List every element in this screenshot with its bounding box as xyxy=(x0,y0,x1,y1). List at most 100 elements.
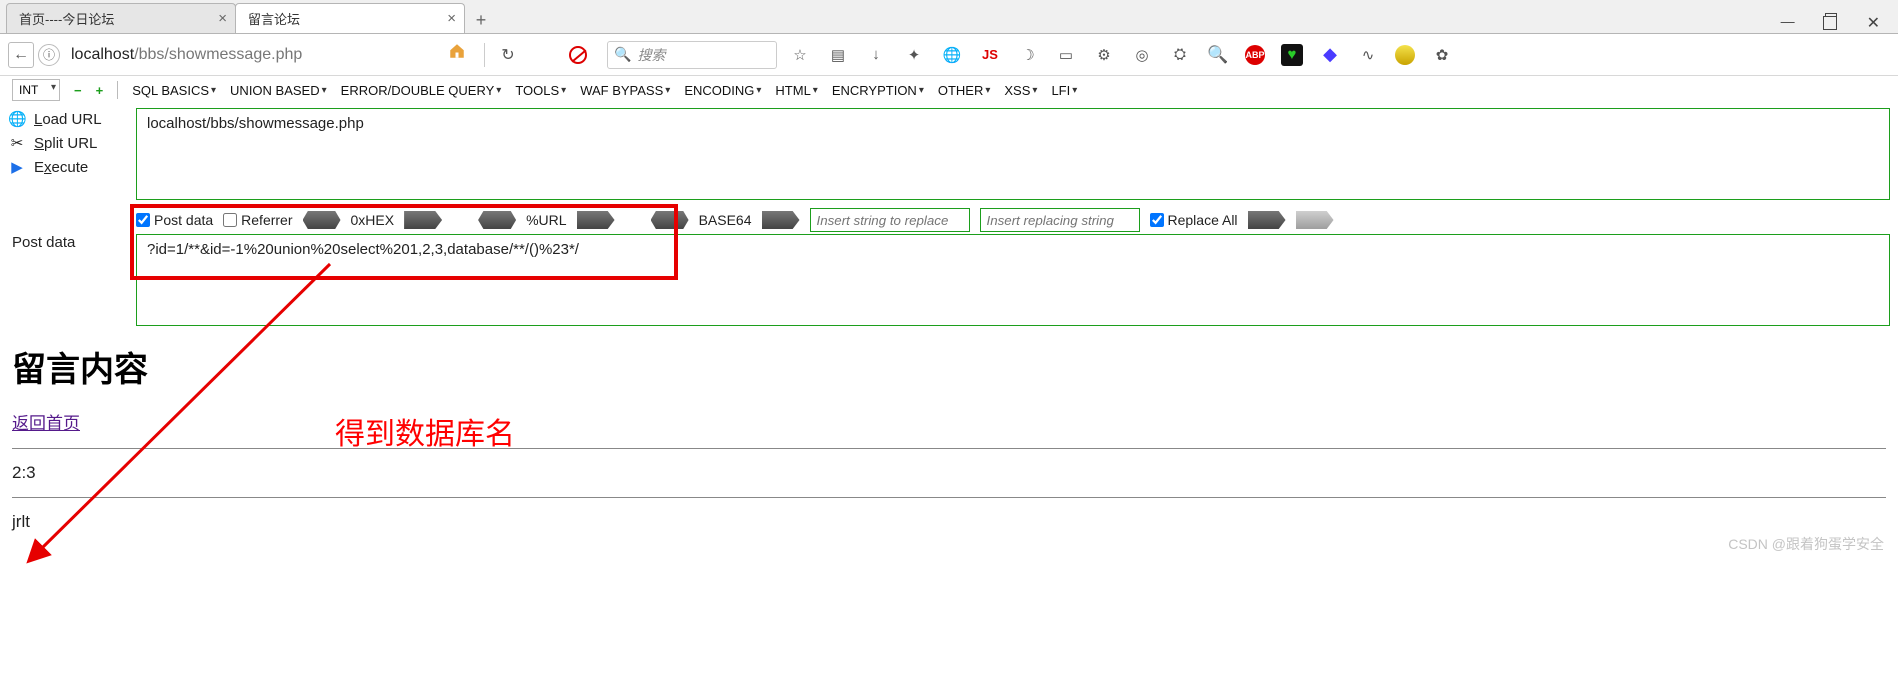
extension-icon-1[interactable]: ✦ xyxy=(903,44,925,66)
search-box[interactable]: 🔍 搜索 xyxy=(607,41,777,69)
tab-active[interactable]: 留言论坛 × xyxy=(235,3,465,33)
arrow-icon[interactable] xyxy=(577,211,615,229)
split-url-button[interactable]: ✂ Split URL xyxy=(8,134,128,152)
globe-icon[interactable]: 🌐 xyxy=(941,44,963,66)
settings-icon[interactable]: ⛭ xyxy=(1169,44,1191,66)
site-info-icon[interactable]: ⓘ xyxy=(38,44,60,66)
hackbar-region: 🌐 Load URL ✂ Split URL ▶ Execute localho… xyxy=(0,104,1898,326)
urlenc-label: %URL xyxy=(526,212,566,228)
page-heading: 留言内容 xyxy=(12,342,1886,391)
postdata-checkbox[interactable]: Post data xyxy=(136,212,213,228)
datatype-select-wrap: INT xyxy=(12,79,60,101)
watermark: CSDN @跟着狗蛋学安全 xyxy=(1728,534,1884,554)
menu-lfi[interactable]: LFI▾ xyxy=(1051,83,1077,98)
postdata-row: Post data ?id=1/**&id=-1%20union%20selec… xyxy=(0,234,1898,326)
window-controls: — ✕ xyxy=(1781,13,1898,33)
url-host: localhost xyxy=(71,46,134,64)
annotation-text: 得到数据库名 xyxy=(335,409,515,453)
reading-list-icon[interactable]: ▤ xyxy=(827,44,849,66)
extension-toolbar: ☆ ▤ ↓ ✦ 🌐 JS ☽ ▭ ⚙ ◎ ⛭ 🔍 ABP ♥ ◆ ∿ ✿ xyxy=(789,44,1890,66)
menu-tools[interactable]: TOOLS▾ xyxy=(515,83,566,98)
arrow-icon[interactable] xyxy=(303,211,341,229)
load-url-button[interactable]: 🌐 Load URL xyxy=(8,110,128,128)
diamond-icon[interactable]: ◆ xyxy=(1319,44,1341,66)
menu-other[interactable]: OTHER▾ xyxy=(938,83,991,98)
browser-navbar: ← ⓘ localhost/bbs/showmessage.php ↻ 🔍 搜索… xyxy=(0,34,1898,76)
arrow-icon[interactable] xyxy=(1296,211,1334,229)
js-icon[interactable]: JS xyxy=(979,44,1001,66)
tab-title: 首页----今日论坛 xyxy=(19,9,114,28)
split-icon: ✂ xyxy=(8,134,26,152)
result-row-1: 2:3 xyxy=(12,463,1886,483)
hackbar-url-input[interactable]: localhost/bbs/showmessage.php xyxy=(136,108,1890,200)
extension-icon-4[interactable]: ⚙ xyxy=(1093,44,1115,66)
extension-icon-5[interactable]: ◎ xyxy=(1131,44,1153,66)
arrow-icon[interactable] xyxy=(1248,211,1286,229)
tab-inactive[interactable]: 首页----今日论坛 × xyxy=(6,3,236,33)
arrow-icon[interactable] xyxy=(651,211,689,229)
menu-encryption[interactable]: ENCRYPTION▾ xyxy=(832,83,924,98)
replace-input[interactable] xyxy=(980,208,1140,232)
cog-icon[interactable]: ✿ xyxy=(1431,44,1453,66)
arrow-icon[interactable] xyxy=(762,211,800,229)
minimize-button[interactable]: — xyxy=(1781,13,1795,33)
menu-union-based[interactable]: UNION BASED▾ xyxy=(230,83,327,98)
wave-icon[interactable]: ∿ xyxy=(1357,44,1379,66)
hackbar-right: localhost/bbs/showmessage.php xyxy=(136,108,1890,200)
close-window-button[interactable]: ✕ xyxy=(1867,13,1880,33)
menu-sql-basics[interactable]: SQL BASICS▾ xyxy=(132,83,216,98)
hackbar-menubar: INT − + SQL BASICS▾ UNION BASED▾ ERROR/D… xyxy=(0,76,1898,104)
divider xyxy=(117,81,118,99)
tab-title: 留言论坛 xyxy=(248,9,300,28)
close-icon[interactable]: × xyxy=(447,10,456,27)
hackbar-options-row: Post data Referrer 0xHEX %URL BASE64 Rep… xyxy=(0,206,1898,234)
add-icon[interactable]: + xyxy=(96,83,104,98)
search-icon: 🔍 xyxy=(614,46,631,63)
arrow-icon[interactable] xyxy=(478,211,516,229)
menu-error-double[interactable]: ERROR/DOUBLE QUERY▾ xyxy=(341,83,502,98)
arrow-icon[interactable] xyxy=(404,211,442,229)
base64-label: BASE64 xyxy=(699,212,752,228)
hackbar-actions: 🌐 Load URL ✂ Split URL ▶ Execute xyxy=(8,108,128,200)
browser-tabbar: 首页----今日论坛 × 留言论坛 × + — ✕ xyxy=(0,0,1898,34)
remove-icon[interactable]: − xyxy=(74,83,82,98)
referrer-checkbox[interactable]: Referrer xyxy=(223,212,292,228)
back-button[interactable]: ← xyxy=(8,42,34,68)
search-placeholder: 搜索 xyxy=(637,45,665,65)
bookmark-star-icon[interactable]: ☆ xyxy=(789,44,811,66)
divider xyxy=(12,448,1886,449)
new-tab-button[interactable]: + xyxy=(468,7,494,33)
shield-icon[interactable]: ♥ xyxy=(1281,44,1303,66)
restore-button[interactable] xyxy=(1825,13,1837,25)
menu-waf-bypass[interactable]: WAF BYPASS▾ xyxy=(580,83,670,98)
reload-button[interactable]: ↻ xyxy=(495,42,521,68)
menu-encoding[interactable]: ENCODING▾ xyxy=(684,83,761,98)
divider xyxy=(12,497,1886,498)
downloads-icon[interactable]: ↓ xyxy=(865,44,887,66)
globe-yellow-icon[interactable] xyxy=(1395,45,1415,65)
abp-icon[interactable]: ABP xyxy=(1245,45,1265,65)
address-bar[interactable]: localhost/bbs/showmessage.php xyxy=(64,41,444,69)
postdata-input[interactable]: ?id=1/**&id=-1%20union%20select%201,2,3,… xyxy=(136,234,1890,326)
find-input[interactable] xyxy=(810,208,970,232)
back-home-link[interactable]: 返回首页 xyxy=(12,414,80,433)
extension-icon-3[interactable]: ▭ xyxy=(1055,44,1077,66)
load-icon: 🌐 xyxy=(8,110,26,128)
divider xyxy=(484,43,485,67)
menu-xss[interactable]: XSS▾ xyxy=(1004,83,1037,98)
magnifier-icon[interactable]: 🔍 xyxy=(1207,44,1229,66)
noscript-icon[interactable] xyxy=(569,46,587,64)
replaceall-checkbox[interactable]: Replace All xyxy=(1150,212,1238,228)
execute-icon: ▶ xyxy=(8,158,26,176)
menu-html[interactable]: HTML▾ xyxy=(775,83,817,98)
result-row-2: jrlt xyxy=(12,512,1886,532)
extension-icon-2[interactable]: ☽ xyxy=(1017,44,1039,66)
datatype-select[interactable]: INT xyxy=(12,79,60,101)
url-path: /bbs/showmessage.php xyxy=(134,46,302,64)
page-content: 留言内容 返回首页 2:3 jrlt xyxy=(0,326,1898,562)
execute-button[interactable]: ▶ Execute xyxy=(8,158,128,176)
hackbar-body: 🌐 Load URL ✂ Split URL ▶ Execute localho… xyxy=(0,104,1898,206)
home-icon[interactable] xyxy=(448,42,474,68)
hex-label: 0xHEX xyxy=(351,212,395,228)
close-icon[interactable]: × xyxy=(218,10,227,27)
